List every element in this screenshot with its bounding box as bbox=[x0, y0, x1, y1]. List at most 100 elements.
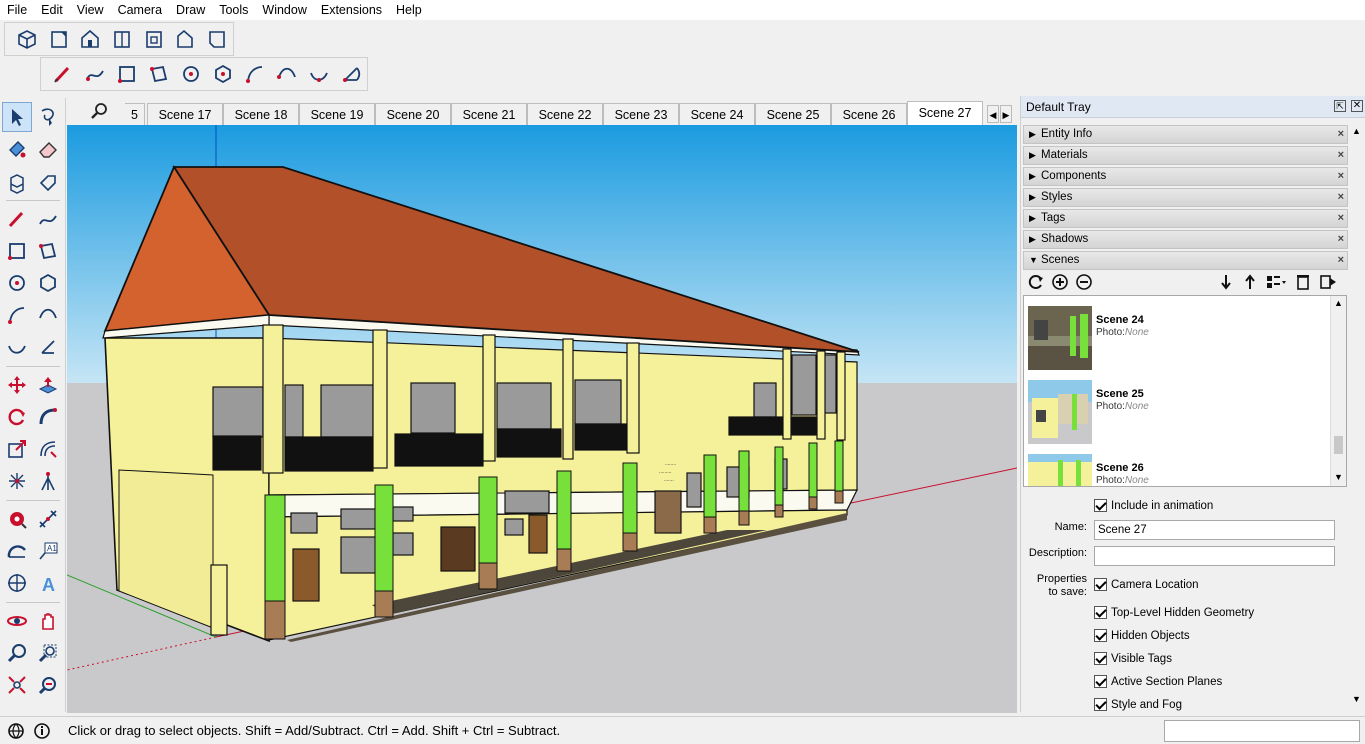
scene-name-field[interactable]: Scene 27 bbox=[1094, 520, 1335, 540]
add-scene-icon[interactable] bbox=[1051, 273, 1069, 291]
circle-icon[interactable] bbox=[175, 58, 207, 90]
close-icon[interactable]: × bbox=[1338, 252, 1344, 269]
close-icon[interactable]: × bbox=[1338, 168, 1344, 185]
left-three-point-arc-icon[interactable] bbox=[2, 332, 32, 362]
3d-text-icon[interactable]: A bbox=[33, 568, 63, 598]
scene-list-item[interactable]: Scene 25 Photo:None bbox=[1028, 380, 1328, 446]
checkbox-checked[interactable] bbox=[1094, 578, 1107, 591]
menu-file[interactable]: File bbox=[0, 0, 34, 20]
scene-tab-27[interactable]: Scene 27 bbox=[907, 101, 983, 125]
tray-scroll-down-icon[interactable]: ▼ bbox=[1352, 694, 1361, 704]
two-point-arc-icon[interactable] bbox=[271, 58, 303, 90]
rotated-rectangle-icon[interactable] bbox=[143, 58, 175, 90]
tab-scroll-right-icon[interactable]: ▶ bbox=[1000, 105, 1012, 123]
menu-window[interactable]: Window bbox=[255, 0, 313, 20]
zoom-window-icon[interactable] bbox=[33, 638, 63, 668]
scene-list-item[interactable]: Scene 26 Photo:None bbox=[1028, 454, 1328, 486]
view-options-icon[interactable] bbox=[1265, 273, 1287, 291]
delete-scene-icon[interactable] bbox=[1295, 273, 1311, 291]
freehand-icon[interactable] bbox=[79, 58, 111, 90]
left-freehand-icon[interactable] bbox=[33, 204, 63, 234]
scrollbar-thumb[interactable] bbox=[1334, 436, 1343, 454]
style-and-fog-checkbox[interactable]: Style and Fog bbox=[1094, 698, 1182, 711]
camera-location-checkbox[interactable]: Camera Location bbox=[1094, 578, 1199, 591]
pie-icon[interactable] bbox=[335, 58, 367, 90]
arc-icon[interactable] bbox=[239, 58, 271, 90]
pan-icon[interactable] bbox=[33, 606, 63, 636]
pin-icon[interactable]: ⇱ bbox=[1334, 100, 1346, 112]
left-circle-icon[interactable] bbox=[2, 268, 32, 298]
scene-tab-partial[interactable]: 5 bbox=[125, 103, 145, 125]
scene-tab-20[interactable]: Scene 20 bbox=[375, 103, 451, 125]
back-view-icon[interactable] bbox=[138, 23, 170, 55]
move-icon[interactable] bbox=[2, 370, 32, 400]
make-component-icon[interactable] bbox=[2, 168, 32, 198]
scene-tab-26[interactable]: Scene 26 bbox=[831, 103, 907, 125]
scroll-up-icon[interactable]: ▲ bbox=[1334, 298, 1343, 308]
measurements-box[interactable] bbox=[1164, 720, 1360, 742]
menu-extensions[interactable]: Extensions bbox=[314, 0, 389, 20]
panel-scenes[interactable]: ▼ Scenes × bbox=[1023, 251, 1348, 270]
close-icon[interactable]: × bbox=[1338, 126, 1344, 143]
checkbox-checked[interactable] bbox=[1094, 606, 1107, 619]
orbit-icon[interactable] bbox=[2, 606, 32, 636]
close-icon[interactable]: × bbox=[1338, 147, 1344, 164]
geo-location-icon[interactable] bbox=[6, 721, 26, 741]
checkbox-checked[interactable] bbox=[1094, 499, 1107, 512]
scene-tab-22[interactable]: Scene 22 bbox=[527, 103, 603, 125]
panel-styles[interactable]: ▶ Styles × bbox=[1023, 188, 1348, 207]
panel-tags[interactable]: ▶ Tags × bbox=[1023, 209, 1348, 228]
menu-draw[interactable]: Draw bbox=[169, 0, 212, 20]
left-rotated-rectangle-icon[interactable] bbox=[33, 236, 63, 266]
flip-icon[interactable] bbox=[2, 466, 32, 496]
scene-description-field[interactable] bbox=[1094, 546, 1335, 566]
scale-icon[interactable] bbox=[2, 434, 32, 464]
hidden-geometry-checkbox[interactable]: Top-Level Hidden Geometry bbox=[1094, 606, 1254, 619]
axes-icon[interactable] bbox=[2, 568, 32, 598]
scene-tab-18[interactable]: Scene 18 bbox=[223, 103, 299, 125]
menu-help[interactable]: Help bbox=[389, 0, 429, 20]
offset-icon[interactable] bbox=[33, 434, 63, 464]
zoom-extents-icon[interactable] bbox=[2, 670, 32, 700]
left-rectangle-icon[interactable] bbox=[2, 236, 32, 266]
bottom-view-icon[interactable] bbox=[201, 23, 233, 55]
scene-tab-23[interactable]: Scene 23 bbox=[603, 103, 679, 125]
checkbox-checked[interactable] bbox=[1094, 652, 1107, 665]
visible-tags-checkbox[interactable]: Visible Tags bbox=[1094, 652, 1172, 665]
scene-tab-19[interactable]: Scene 19 bbox=[299, 103, 375, 125]
include-in-animation-checkbox[interactable]: Include in animation bbox=[1094, 499, 1213, 512]
menu-edit[interactable]: Edit bbox=[34, 0, 70, 20]
remove-scene-icon[interactable] bbox=[1075, 273, 1093, 291]
checkbox-checked[interactable] bbox=[1094, 629, 1107, 642]
info-icon[interactable] bbox=[32, 721, 52, 741]
scene-tab-21[interactable]: Scene 21 bbox=[451, 103, 527, 125]
close-icon[interactable]: × bbox=[1338, 231, 1344, 248]
scroll-down-icon[interactable]: ▼ bbox=[1334, 472, 1343, 482]
panel-shadows[interactable]: ▶ Shadows × bbox=[1023, 230, 1348, 249]
tab-scroll-left-icon[interactable]: ◀ bbox=[987, 105, 999, 123]
dimension-icon[interactable] bbox=[33, 504, 63, 534]
left-view-icon[interactable] bbox=[170, 23, 202, 55]
text-icon[interactable]: A1 bbox=[33, 536, 63, 566]
polygon-icon[interactable] bbox=[207, 58, 239, 90]
left-polygon-icon[interactable] bbox=[33, 268, 63, 298]
top-view-icon[interactable] bbox=[43, 23, 75, 55]
tray-close-icon[interactable]: ✕ bbox=[1351, 100, 1363, 112]
eraser-icon[interactable] bbox=[33, 134, 63, 164]
iso-view-icon[interactable] bbox=[11, 23, 43, 55]
menu-tools[interactable]: Tools bbox=[212, 0, 255, 20]
lasso-select-icon[interactable] bbox=[33, 102, 63, 132]
left-two-point-arc-icon[interactable] bbox=[33, 300, 63, 330]
model-viewport[interactable]: ........ ......... ....... bbox=[67, 125, 1017, 713]
scene-tab-24[interactable]: Scene 24 bbox=[679, 103, 755, 125]
left-pie-icon[interactable] bbox=[33, 332, 63, 362]
three-point-arc-icon[interactable] bbox=[303, 58, 335, 90]
close-icon[interactable]: × bbox=[1338, 210, 1344, 227]
panel-entity-info[interactable]: ▶ Entity Info × bbox=[1023, 125, 1348, 144]
tape-measure-icon[interactable] bbox=[2, 504, 32, 534]
menu-camera[interactable]: Camera bbox=[111, 0, 169, 20]
panel-materials[interactable]: ▶ Materials × bbox=[1023, 146, 1348, 165]
right-view-icon[interactable] bbox=[106, 23, 138, 55]
tray-scroll-up-icon[interactable]: ▲ bbox=[1352, 126, 1361, 136]
search-icon[interactable] bbox=[89, 101, 109, 121]
